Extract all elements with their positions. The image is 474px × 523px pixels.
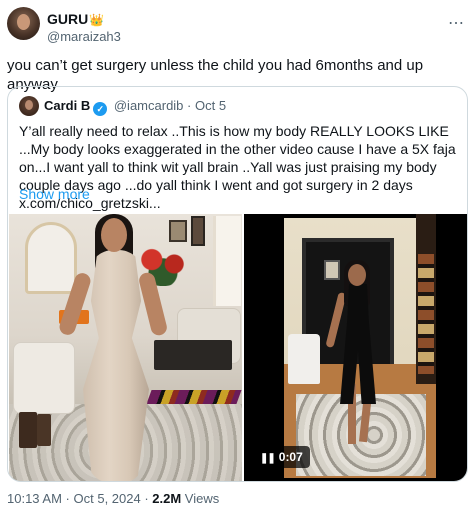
avatar-face (17, 14, 30, 30)
views-count[interactable]: 2.2M (152, 491, 181, 506)
pause-icon[interactable]: ❚❚ (260, 448, 276, 470)
video-duration-badge[interactable]: ❚❚ 0:07 (254, 446, 310, 468)
photo-boots (37, 414, 51, 446)
photo-mirror (25, 222, 77, 294)
author-name[interactable]: GURU👑 (47, 11, 104, 27)
photo-sofa (13, 342, 75, 414)
video-wall-frame (324, 260, 340, 280)
photo-boots (19, 412, 37, 448)
author-avatar[interactable] (7, 7, 40, 40)
tweet-footer: 10:13 AM · Oct 5, 2024 · 2.2M Views (7, 491, 219, 506)
verified-badge-icon: ✓ (93, 102, 108, 116)
show-more-link[interactable]: Show more (19, 186, 90, 202)
quoted-author-meta: Cardi B ✓ @iamcardib · Oct 5 (44, 98, 226, 116)
crown-emoji-icon: 👑 (89, 13, 105, 27)
author-name-text: GURU (47, 11, 89, 27)
quoted-author-handle[interactable]: @iamcardib (114, 98, 184, 113)
photo-wall-frame (191, 216, 205, 246)
views-label: Views (181, 491, 220, 506)
photo-person-head (101, 218, 127, 252)
footer-separator: · (140, 491, 153, 506)
quoted-date[interactable]: Oct 5 (195, 98, 226, 113)
meta-separator: · (187, 98, 192, 113)
photo-window (213, 216, 241, 306)
author-handle[interactable]: @maraizah3 (47, 29, 121, 44)
more-options-icon[interactable]: ⋯ (448, 13, 465, 33)
photo-table (154, 340, 232, 370)
tweet-date[interactable]: Oct 5, 2024 (74, 491, 141, 506)
video-person-head (348, 264, 366, 286)
footer-separator: · (61, 491, 74, 506)
video-chair (288, 334, 320, 384)
video-duration: 0:07 (278, 450, 303, 464)
photo-wall-frame (169, 220, 187, 242)
quoted-video[interactable]: ❚❚ 0:07 (244, 214, 467, 481)
tweet-header: GURU👑 @maraizah3 ⋯ (7, 7, 467, 47)
video-books (418, 254, 434, 374)
quoted-author-name[interactable]: Cardi B (44, 98, 90, 113)
quoted-tweet[interactable]: Cardi B ✓ @iamcardib · Oct 5 Y’all really… (7, 86, 468, 482)
photo-shoes (146, 390, 242, 404)
quoted-author-avatar[interactable] (19, 96, 39, 116)
tweet-time[interactable]: 10:13 AM (7, 491, 62, 506)
quoted-photo[interactable] (9, 214, 242, 481)
